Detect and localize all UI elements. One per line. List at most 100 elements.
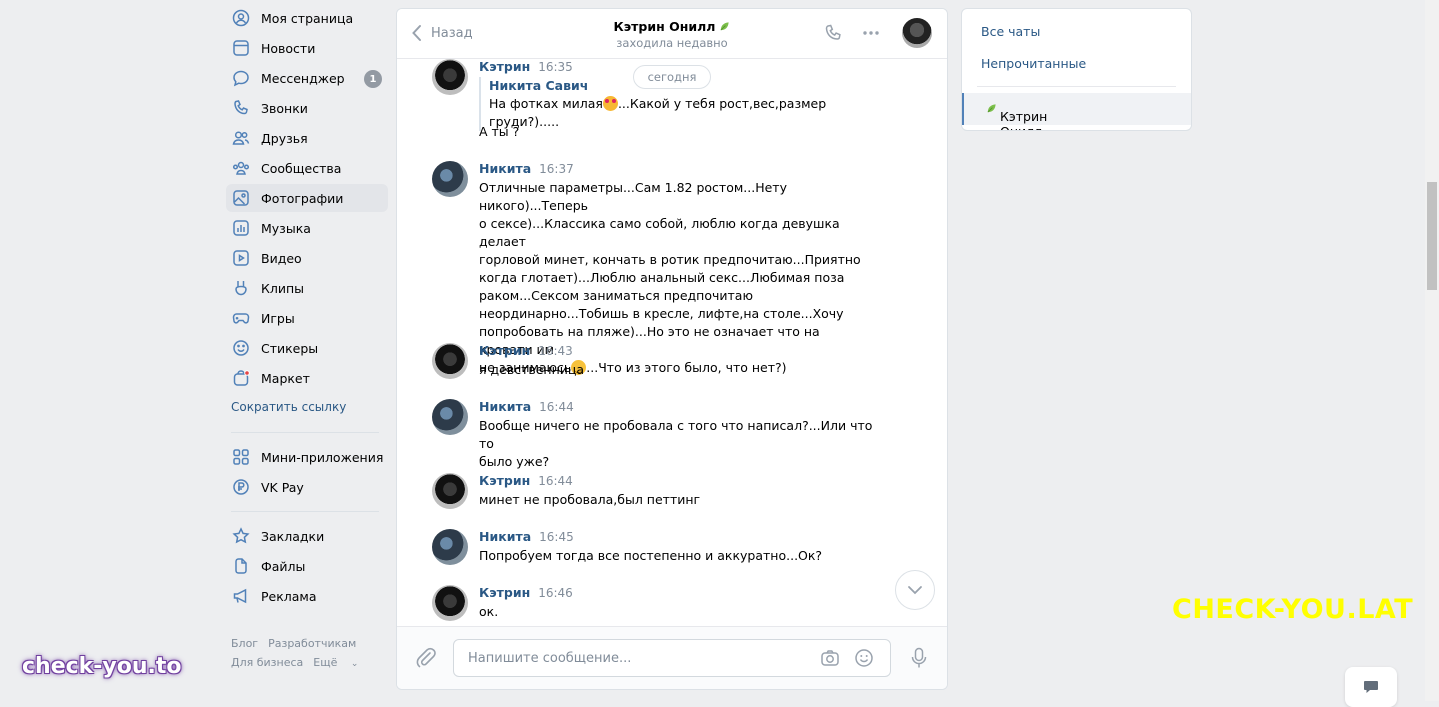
message-line: когда глотает)...Люблю анальный секс...Л… (479, 270, 845, 285)
active-chat-item[interactable]: Кэтрин Онилл (962, 93, 1191, 130)
nav-ads[interactable]: Реклама (226, 582, 388, 610)
smile-icon (232, 339, 250, 357)
message-author[interactable]: Кэтрин 16:43 (479, 343, 573, 358)
peer-name-text: Кэтрин Онилл (613, 19, 716, 34)
message-text: Попробуем тогда все постепенно и аккурат… (479, 548, 823, 563)
panel-divider (977, 86, 1176, 87)
camera-icon[interactable] (820, 648, 840, 668)
unread-badge: 1 (364, 70, 382, 88)
footer-developers-link[interactable]: Разработчикам (268, 637, 356, 650)
friends-icon (232, 129, 250, 147)
avatar[interactable] (432, 343, 468, 379)
peer-avatar[interactable] (902, 18, 932, 48)
nav-video[interactable]: Видео (226, 244, 388, 272)
scrollbar-thumb[interactable] (1427, 182, 1437, 290)
avatar[interactable] (432, 529, 468, 565)
phone-icon (232, 99, 250, 117)
nav-market[interactable]: Маркет (226, 364, 388, 392)
message-author[interactable]: Никита 16:44 (479, 399, 574, 414)
leaf-icon (987, 104, 996, 113)
nav-photos[interactable]: Фотографии (226, 184, 388, 212)
nav-messenger[interactable]: Мессенджер 1 (226, 64, 388, 92)
star-icon (232, 527, 250, 545)
emoji-icon[interactable] (854, 648, 874, 668)
footer-links-row1: Блог Разработчикам (231, 637, 366, 650)
message-author[interactable]: Кэтрин 16:35 (479, 59, 573, 74)
nav-my-page[interactable]: Моя страница (226, 4, 388, 32)
phone-icon[interactable] (823, 23, 843, 43)
nav-label: Маркет (261, 370, 310, 386)
photo-icon (232, 189, 250, 207)
footer-business-link[interactable]: Для бизнеса (231, 656, 303, 669)
message-composer (397, 626, 947, 689)
nav-label: Закладки (261, 528, 325, 544)
shorten-link[interactable]: Сократить ссылку (231, 400, 346, 414)
nav-label: Новости (261, 40, 316, 56)
nav-vk-pay[interactable]: VK Pay (226, 473, 388, 501)
message-time: 16:35 (538, 60, 573, 74)
nav-games[interactable]: Игры (226, 304, 388, 332)
nav-label: Видео (261, 250, 302, 266)
nav-music[interactable]: Музыка (226, 214, 388, 242)
author-name: Кэтрин (479, 585, 531, 600)
message-text: А ты ? (479, 124, 520, 139)
heart-eyes-emoji-icon (602, 96, 618, 111)
nav-divider (231, 511, 379, 512)
nav-label: Моя страница (261, 10, 354, 26)
message-time: 16:46 (538, 586, 573, 600)
microphone-icon[interactable] (909, 647, 929, 669)
file-icon (232, 557, 250, 575)
avatar[interactable] (432, 473, 468, 509)
nav-label: Музыка (261, 220, 311, 236)
nav-friends[interactable]: Друзья (226, 124, 388, 152)
footer-blog-link[interactable]: Блог (231, 637, 258, 650)
avatar[interactable] (432, 161, 468, 197)
ruble-icon (232, 478, 250, 496)
nav-clips[interactable]: Клипы (226, 274, 388, 302)
nav-divider (231, 432, 379, 433)
chat-fab-button[interactable] (1345, 667, 1397, 707)
author-name: Никита (479, 161, 532, 176)
chat-header: Назад Кэтрин Онилл заходила недавно (397, 9, 947, 59)
chat-panel: Назад Кэтрин Онилл заходила недавно сего… (396, 8, 948, 690)
nav-label: Звонки (261, 100, 308, 116)
filter-all-chats[interactable]: Все чаты (981, 24, 1040, 39)
message-time: 16:43 (538, 344, 573, 358)
message-author[interactable]: Кэтрин 16:44 (479, 473, 573, 488)
footer-more-label: Ещё (313, 656, 338, 669)
nav-files[interactable]: Файлы (226, 552, 388, 580)
nav-calls[interactable]: Звонки (226, 94, 388, 122)
message-line: Отличные параметры...Сам 1.82 ростом...Н… (479, 180, 791, 213)
message-author[interactable]: Никита 16:45 (479, 529, 574, 544)
author-name: Никита (479, 399, 532, 414)
avatar[interactable] (432, 585, 468, 621)
chevron-down-icon: ⌄ (350, 659, 359, 669)
market-icon (232, 369, 250, 387)
apps-icon (232, 448, 250, 466)
message-input[interactable] (466, 640, 810, 676)
message-author[interactable]: Кэтрин 16:46 (479, 585, 573, 600)
nav-label: Клипы (261, 280, 305, 296)
nav-label: Друзья (261, 130, 308, 146)
watermark-purple: check-you.to (22, 654, 182, 679)
author-name: Никита (479, 529, 532, 544)
nav-mini-apps[interactable]: Мини-приложения (226, 443, 388, 471)
user-circle-icon (232, 9, 250, 27)
nav-bookmarks[interactable]: Закладки (226, 522, 388, 550)
author-name: Кэтрин (479, 473, 531, 488)
page-scrollbar[interactable] (1425, 0, 1439, 701)
message-author[interactable]: Никита 16:37 (479, 161, 574, 176)
nav-communities[interactable]: Сообщества (226, 154, 388, 182)
nav-stickers[interactable]: Стикеры (226, 334, 388, 362)
message-line: раком...Сексом заниматься предпочитаю (479, 288, 753, 303)
paperclip-icon[interactable] (415, 647, 437, 669)
filter-unread[interactable]: Непрочитанные (981, 56, 1086, 71)
more-icon[interactable] (861, 23, 881, 43)
message-time: 16:44 (539, 400, 574, 414)
avatar[interactable] (432, 59, 468, 95)
scroll-down-button[interactable] (895, 570, 935, 610)
footer-more-link[interactable]: Ещё ⌄ (313, 656, 368, 669)
nav-news[interactable]: Новости (226, 34, 388, 62)
avatar[interactable] (432, 399, 468, 435)
music-icon (232, 219, 250, 237)
